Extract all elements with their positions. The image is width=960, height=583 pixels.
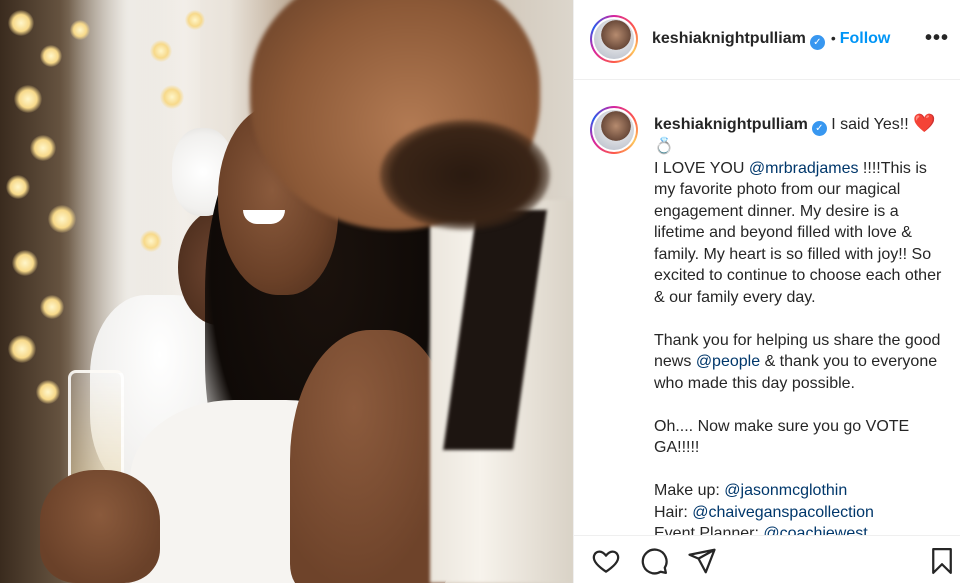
credit-line: Make up: @jasonmcglothin	[654, 480, 949, 502]
credit-label: Make up:	[654, 482, 720, 499]
bokeh-light	[70, 20, 90, 40]
bokeh-light	[36, 380, 60, 404]
caption-avatar[interactable]	[590, 106, 638, 154]
caption-paragraph: keshiaknightpulliam ✓ I said Yes!! ❤️ 💍 I…	[654, 113, 949, 308]
comment-icon[interactable]	[639, 546, 671, 578]
verified-badge-icon: ✓	[809, 35, 825, 50]
red-heart-emoji-icon: ❤️	[913, 113, 936, 133]
bokeh-light	[8, 335, 36, 363]
caption-text-segment: !!!!This is my favorite photo from our m…	[654, 159, 942, 306]
share-icon[interactable]	[687, 546, 719, 578]
man-beard	[380, 120, 550, 230]
bokeh-light	[8, 10, 34, 36]
bokeh-light	[150, 40, 172, 62]
caption-area: keshiaknightpulliam ✓ I said Yes!! ❤️ 💍 I…	[574, 80, 960, 535]
caption-username-link[interactable]: keshiaknightpulliam	[654, 116, 808, 133]
bokeh-light	[185, 10, 205, 30]
bokeh-light	[12, 250, 38, 276]
woman-shoulder	[290, 330, 450, 583]
caption-paragraph: Oh.... Now make sure you go VOTE GA!!!!!	[654, 417, 910, 457]
mention-link[interactable]: @chaiveganspacollection	[692, 504, 874, 521]
bokeh-light	[40, 45, 62, 67]
mention-link[interactable]: @people	[696, 353, 760, 370]
avatar[interactable]	[590, 15, 638, 63]
caption-paragraph: Thank you for helping us share the good …	[654, 330, 949, 395]
follow-button[interactable]: Follow	[840, 30, 891, 47]
mention-link[interactable]: @mrbradjames	[749, 160, 859, 177]
verified-badge-icon: ✓	[811, 121, 827, 136]
credit-label: Hair:	[654, 503, 688, 521]
bokeh-light	[30, 135, 56, 161]
more-options-icon[interactable]: •••	[925, 28, 949, 48]
caption-intro: I said Yes!!	[831, 116, 909, 133]
caption-text-segment: I LOVE YOU	[654, 159, 745, 177]
username-link[interactable]: keshiaknightpulliam	[652, 30, 806, 47]
credit-line: Hair: @chaiveganspacollection	[654, 502, 949, 524]
post-side-panel: keshiaknightpulliam ✓ • Follow ••• keshiakn…	[573, 0, 960, 583]
post-header: keshiaknightpulliam ✓ • Follow •••	[574, 0, 960, 80]
post-photo[interactable]	[0, 0, 573, 583]
credit-line: Event Planner: @coachjewest	[654, 523, 949, 535]
bokeh-light	[160, 85, 184, 109]
bokeh-light	[6, 175, 30, 199]
caption-text: keshiaknightpulliam ✓ I said Yes!! ❤️ 💍 I…	[654, 113, 949, 535]
header-name-row: keshiaknightpulliam ✓ • Follow	[652, 30, 890, 50]
heart-icon[interactable]	[591, 546, 623, 578]
separator-dot: •	[830, 30, 836, 46]
woman-hand	[40, 470, 160, 583]
credits-list: Make up: @jasonmcglothin Hair: @chaivega…	[654, 480, 949, 535]
mention-link[interactable]: @jasonmcglothin	[724, 482, 847, 499]
bokeh-light	[40, 295, 64, 319]
ring-emoji-icon: 💍	[654, 138, 674, 155]
bookmark-icon[interactable]	[927, 546, 959, 578]
mention-link[interactable]: @coachjewest	[763, 525, 867, 535]
bokeh-light	[140, 230, 162, 252]
bokeh-light	[48, 205, 76, 233]
credit-label: Event Planner:	[654, 525, 759, 535]
action-bar	[574, 535, 960, 583]
bokeh-light	[14, 85, 42, 113]
